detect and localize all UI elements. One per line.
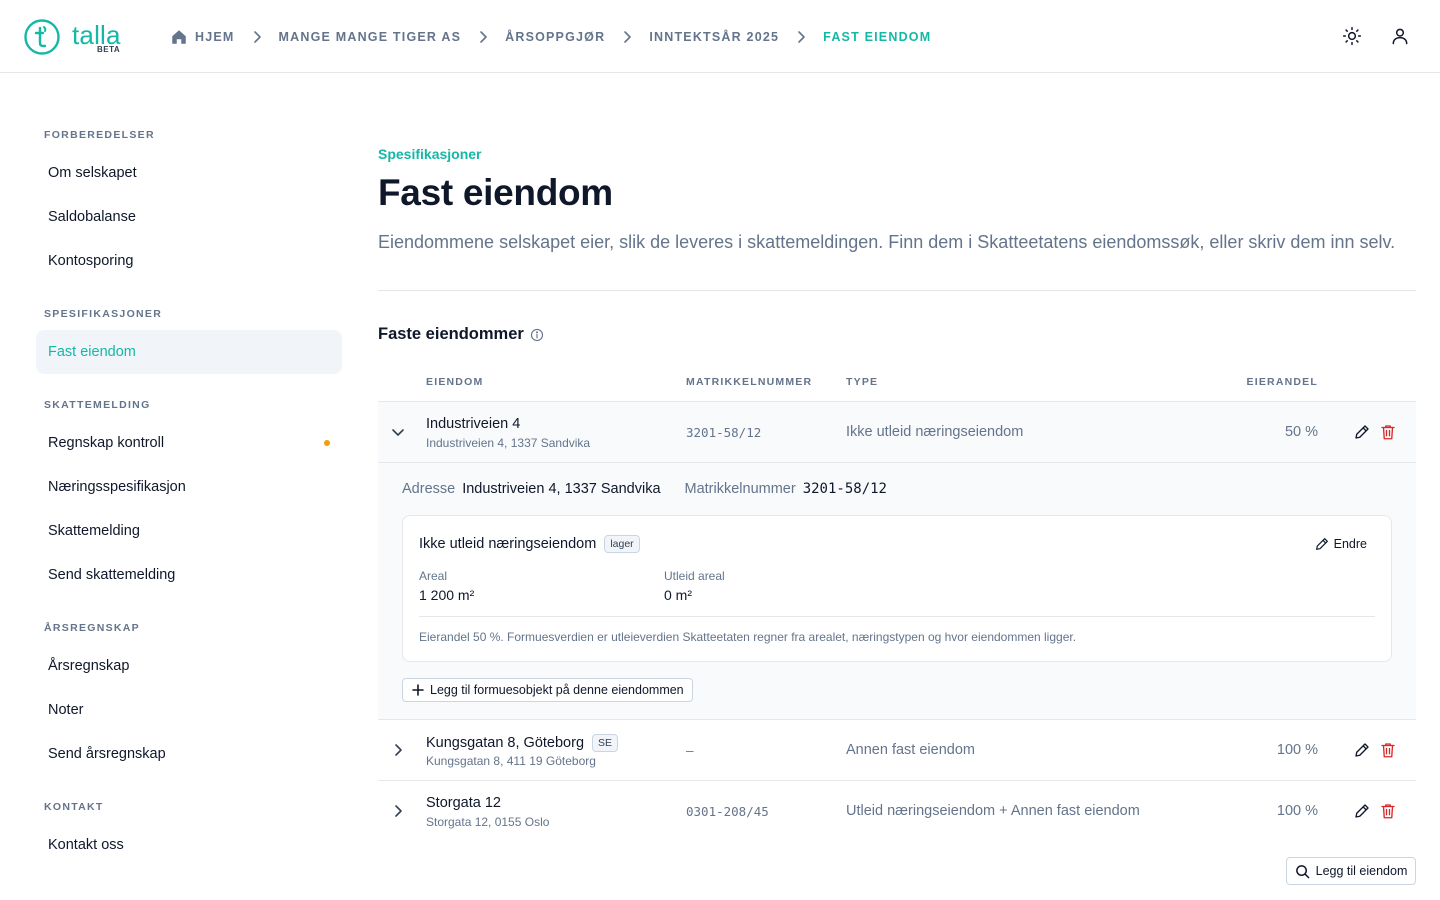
home-icon	[172, 30, 186, 44]
add-asset-object-button[interactable]: Legg til formuesobjekt på denne eiendomm…	[402, 678, 693, 702]
detail-address-label: Adresse	[402, 481, 456, 497]
breadcrumb-income-year[interactable]: INNTEKTSÅR 2025	[649, 30, 779, 44]
beta-badge: BETA	[97, 45, 121, 54]
theme-toggle-button[interactable]	[1340, 24, 1364, 48]
page-description: Eiendommene selskapet eier, slik de leve…	[378, 232, 1396, 252]
page-title: Fast eiendom	[378, 172, 613, 213]
field-label-utleid-areal: Utleid areal	[664, 569, 725, 583]
asset-object-note: Eierandel 50 %. Formuesverdien er utleie…	[419, 630, 1077, 644]
column-header-type: TYPE	[846, 376, 879, 388]
sidebar-item-kontakt-oss[interactable]: Kontakt oss	[36, 823, 342, 867]
pencil-icon[interactable]	[1353, 423, 1371, 441]
property-address: Storgata 12, 0155 Oslo	[426, 815, 550, 829]
property-name: Storgata 12	[426, 795, 501, 811]
field-value-utleid-areal: 0 m²	[664, 587, 692, 603]
field-label-areal: Areal	[419, 569, 448, 583]
property-share: 100 %	[1276, 803, 1318, 819]
info-icon[interactable]	[530, 328, 544, 342]
asset-object-tag: lager	[604, 535, 640, 553]
asset-object-card: Ikke utleid næringseiendom lager Endre A…	[402, 515, 1392, 662]
field-value-areal: 1 200 m²	[419, 587, 475, 603]
breadcrumb-annual-settlement[interactable]: ÅRSOPPGJØR	[505, 30, 605, 44]
table-row[interactable]: Storgata 12 Storgata 12, 0155 Oslo 0301-…	[378, 781, 1416, 842]
chevron-right-icon	[480, 31, 487, 43]
property-address: Industriveien 4, 1337 Sandvika	[426, 436, 591, 450]
detail-summary: Adresse Industriveien 4, 1337 Sandvika M…	[402, 481, 911, 497]
sidebar-item-arsregnskap[interactable]: Årsregnskap	[36, 644, 342, 688]
divider	[378, 290, 1416, 291]
property-type: Utleid næringseiendom + Annen fast eiend…	[846, 803, 1140, 819]
property-matrikkel: 3201-58/12	[686, 425, 762, 440]
sidebar-section-title: SPESIFIKASJONER	[44, 308, 163, 320]
sidebar-item-regnskap-kontroll[interactable]: Regnskap kontroll	[36, 421, 342, 465]
property-share: 50 %	[1284, 424, 1318, 440]
sidebar-section-title: ÅRSREGNSKAP	[44, 622, 140, 634]
trash-icon[interactable]	[1379, 802, 1397, 820]
chevron-right-icon	[253, 31, 261, 43]
pencil-icon	[1315, 538, 1328, 550]
sidebar-item-om-selskapet[interactable]: Om selskapet	[36, 151, 342, 195]
sidebar-item-skattemelding[interactable]: Skattemelding	[36, 509, 342, 553]
pencil-icon[interactable]	[1353, 802, 1371, 820]
detail-address-value: Industriveien 4, 1337 Sandvika	[462, 481, 661, 497]
breadcrumb: HJEM MANGE MANGE TIGER AS ÅRSOPPGJØR INN…	[170, 26, 931, 48]
sidebar-item-fast-eiendom[interactable]: Fast eiendom	[36, 330, 342, 374]
breadcrumb-current: FAST EIENDOM	[823, 30, 932, 44]
talla-logo[interactable]: talla BETA	[24, 17, 121, 57]
sidebar-section-title: FORBEREDELSER	[44, 129, 155, 141]
property-detail-panel: Adresse Industriveien 4, 1337 Sandvika M…	[378, 463, 1416, 720]
property-address: Kungsgatan 8, 411 19 Göteborg	[426, 754, 596, 768]
asset-object-title: Ikke utleid næringseiendom lager	[419, 535, 640, 553]
breadcrumb-home[interactable]: HJEM	[170, 28, 235, 46]
sidebar-item-label: Regnskap kontroll	[48, 435, 165, 451]
breadcrumb-company[interactable]: MANGE MANGE TIGER AS	[279, 30, 462, 44]
sidebar-item-send-skattemelding[interactable]: Send skattemelding	[36, 553, 342, 597]
country-tag: SE	[592, 734, 619, 752]
plus-icon	[412, 684, 424, 696]
sidebar-item-send-arsregnskap[interactable]: Send årsregnskap	[36, 732, 342, 776]
add-property-button[interactable]: Legg til eiendom	[1286, 857, 1416, 885]
property-type: Ikke utleid næringseiendom	[846, 424, 1024, 440]
property-name: Kungsgatan 8, Göteborg SE	[426, 734, 619, 752]
chevron-right-icon[interactable]	[391, 804, 405, 818]
user-menu-button[interactable]	[1388, 24, 1412, 48]
column-header-matrikkelnummer: MATRIKKELNUMMER	[686, 376, 813, 388]
search-icon	[1295, 864, 1309, 878]
card-divider	[419, 616, 1375, 617]
sidebar-item-kontosporing[interactable]: Kontosporing	[36, 239, 342, 283]
sidebar-item-saldobalanse[interactable]: Saldobalanse	[36, 195, 342, 239]
column-header-eierandel: EIERANDEL	[1246, 376, 1318, 388]
sidebar-item-noter[interactable]: Noter	[36, 688, 342, 732]
chevron-down-icon[interactable]	[391, 425, 405, 439]
sun-icon	[1342, 26, 1362, 46]
property-name: Industriveien 4	[426, 416, 521, 432]
sidebar-item-naeringsspesifikasjon[interactable]: Næringsspesifikasjon	[36, 465, 342, 509]
attention-dot	[324, 440, 330, 446]
sidebar-section-title: KONTAKT	[44, 801, 104, 813]
talla-logo-icon	[24, 19, 60, 55]
property-share: 100 %	[1276, 742, 1318, 758]
section-title: Faste eiendommer	[378, 325, 544, 344]
page-eyebrow: Spesifikasjoner	[378, 146, 482, 162]
property-matrikkel: –	[686, 743, 694, 758]
pencil-icon[interactable]	[1353, 741, 1371, 759]
trash-icon[interactable]	[1379, 423, 1397, 441]
user-icon	[1392, 28, 1408, 45]
property-matrikkel: 0301-208/45	[686, 804, 769, 819]
column-header-eiendom: EIENDOM	[426, 376, 484, 388]
top-bar: talla BETA HJEM MANGE MANGE TIGER AS ÅRS…	[0, 0, 1440, 73]
trash-icon[interactable]	[1379, 741, 1397, 759]
detail-matrikkel-value: 3201-58/12	[802, 481, 887, 497]
chevron-right-icon	[624, 31, 632, 43]
edit-asset-button[interactable]: Endre	[1314, 536, 1367, 552]
detail-matrikkel-label: Matrikkelnummer	[684, 481, 796, 497]
table-row[interactable]: Industriveien 4 Industriveien 4, 1337 Sa…	[378, 402, 1416, 463]
chevron-right-icon	[798, 31, 805, 43]
table-row[interactable]: Kungsgatan 8, Göteborg SE Kungsgatan 8, …	[378, 720, 1416, 781]
sidebar-section-title: SKATTEMELDING	[44, 399, 151, 411]
chevron-right-icon[interactable]	[391, 743, 405, 757]
property-type: Annen fast eiendom	[846, 742, 975, 758]
